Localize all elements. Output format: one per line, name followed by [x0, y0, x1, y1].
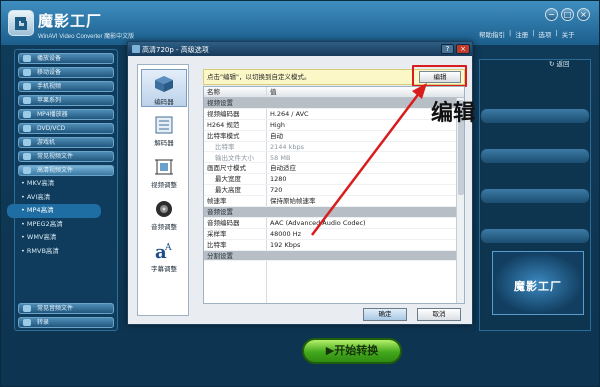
annotation-label: 编辑: [431, 101, 476, 126]
arrow-head: [412, 83, 427, 99]
annotation-arrow: [311, 83, 427, 236]
arrow-shaft: [311, 91, 421, 236]
